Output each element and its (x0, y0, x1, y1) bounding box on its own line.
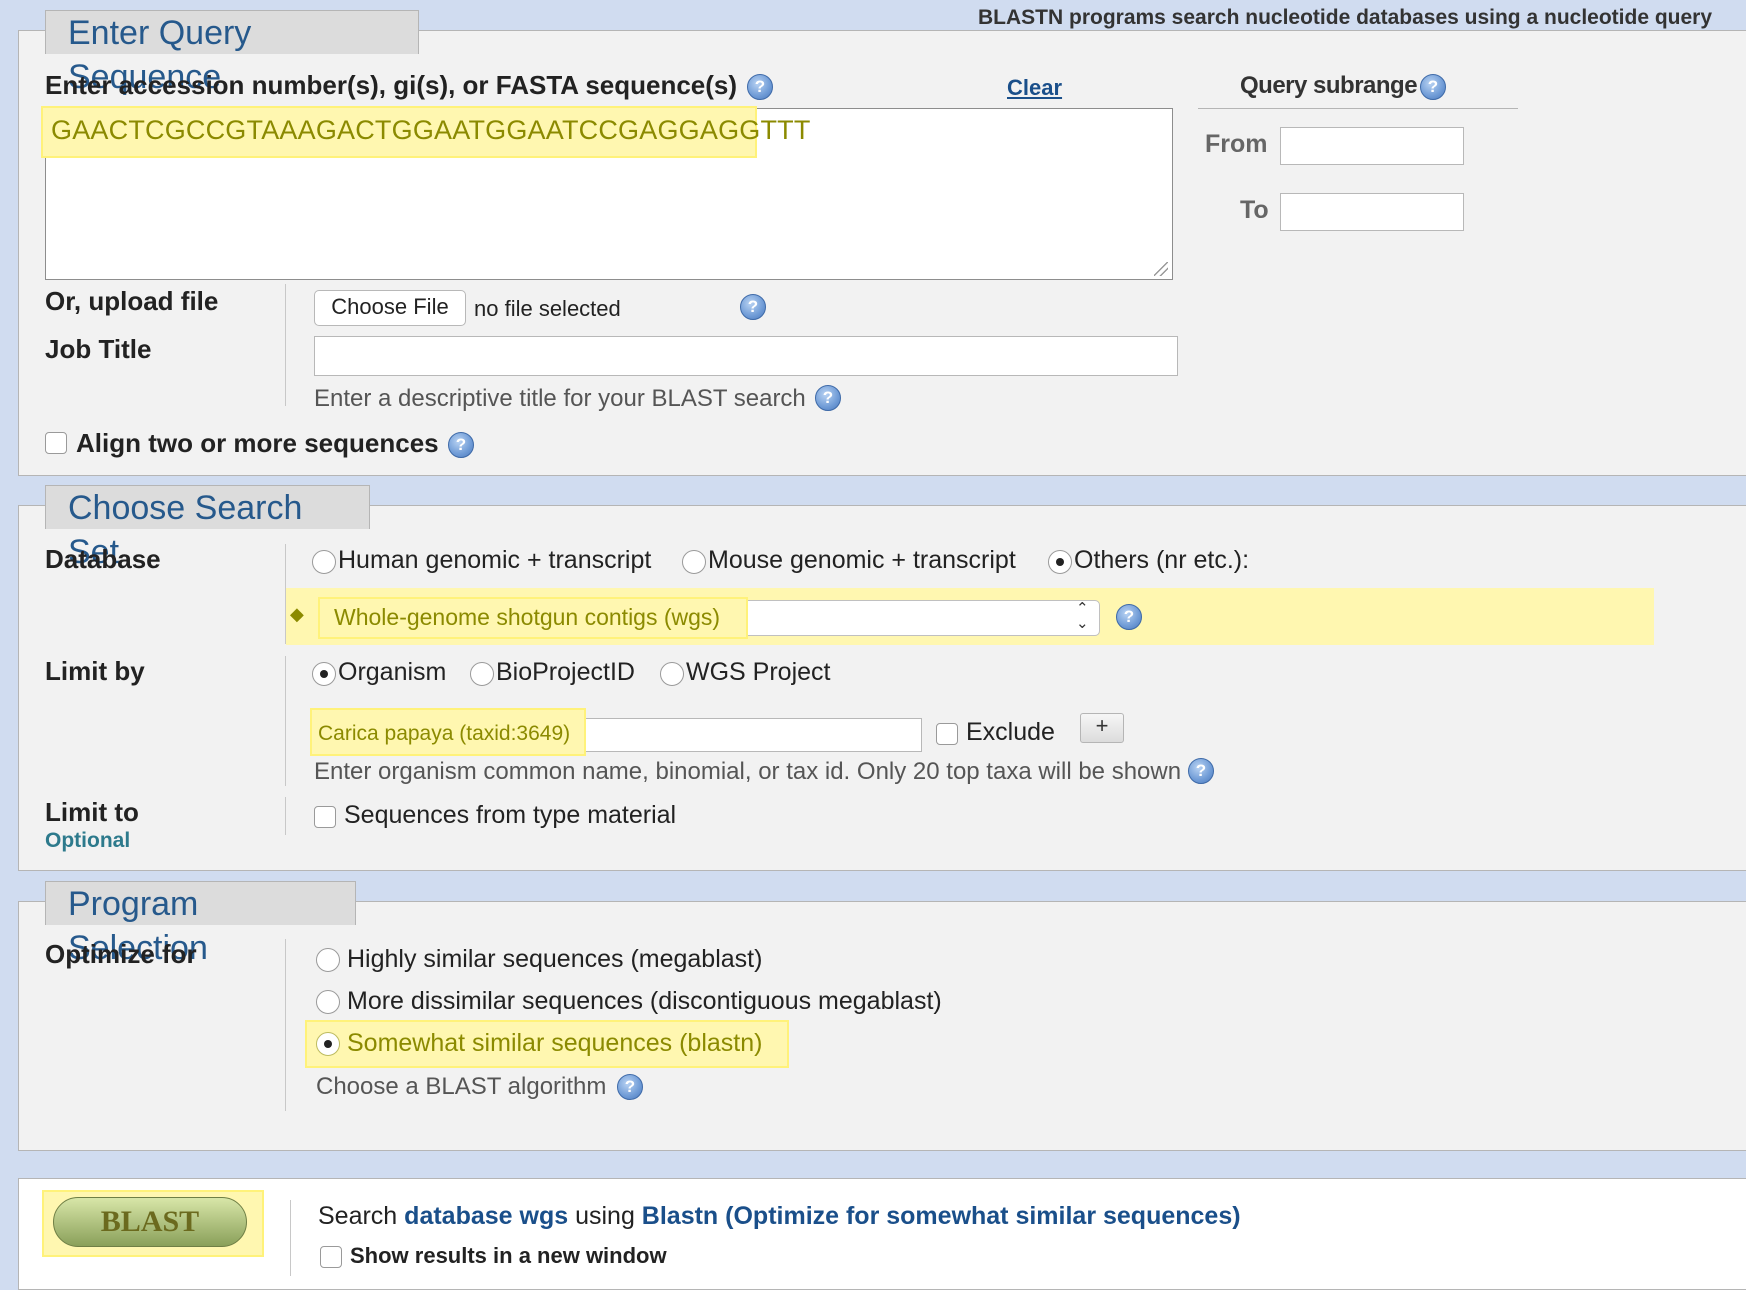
limit-by-divider (285, 656, 286, 786)
to-input[interactable] (1280, 193, 1464, 231)
choose-file-button[interactable]: Choose File (314, 290, 466, 326)
upload-help-icon[interactable]: ? (740, 294, 766, 320)
textarea-resize-handle[interactable] (1154, 262, 1168, 276)
query-subrange-title: Query subrange (1240, 72, 1418, 99)
no-file-text: no file selected (474, 296, 621, 321)
search-using: using (575, 1202, 635, 1230)
program-title: Program Selection (45, 881, 356, 967)
job-title-input[interactable] (314, 336, 1178, 376)
sequence-label: Enter accession number(s), gi(s), or FAS… (45, 70, 738, 100)
header-note: BLASTN programs search nucleotide databa… (978, 6, 1713, 29)
organism-value: Carica papaya (taxid:3649) (318, 722, 571, 745)
subrange-help-icon[interactable]: ? (1420, 74, 1446, 100)
search-db-link[interactable]: database wgs (404, 1202, 568, 1230)
program-panel (18, 901, 1746, 1151)
exclude-label: Exclude (966, 718, 1055, 746)
submit-panel (18, 1178, 1746, 1290)
type-material-checkbox[interactable] (314, 806, 336, 828)
limit-option-bioproject: BioProjectID (496, 658, 635, 686)
limit-radio-wgs[interactable] (660, 662, 684, 686)
search-prefix: Search (318, 1202, 398, 1230)
blast-button[interactable]: BLAST (53, 1197, 247, 1247)
add-organism-button[interactable]: + (1080, 713, 1124, 743)
search-set-title: Choose Search Set (45, 485, 370, 571)
database-label: Database (45, 544, 161, 574)
db-option-human: Human genomic + transcript (338, 546, 652, 574)
db-radio-human[interactable] (312, 550, 336, 574)
db-option-others: Others (nr etc.): (1074, 546, 1250, 574)
optimize-label: Optimize for (45, 939, 197, 969)
from-input[interactable] (1280, 127, 1464, 165)
limit-to-divider (285, 797, 286, 835)
db-row-marker-icon: ◆ (290, 604, 304, 624)
db-help-icon[interactable]: ? (1116, 604, 1142, 630)
new-window-checkbox[interactable] (320, 1246, 342, 1268)
from-label: From (1205, 130, 1268, 158)
upload-divider (285, 284, 286, 406)
sequence-help-icon[interactable]: ? (747, 74, 773, 100)
algorithm-hint: Choose a BLAST algorithm (316, 1073, 607, 1100)
to-label: To (1240, 196, 1269, 224)
job-title-label: Job Title (45, 334, 152, 364)
limit-radio-organism[interactable] (312, 662, 336, 686)
db-select-value: Whole-genome shotgun contigs (wgs) (334, 604, 721, 630)
new-window-label: Show results in a new window (350, 1243, 667, 1268)
select-arrows-icon: ⌃ ⌄ (1076, 600, 1089, 632)
clear-link[interactable]: Clear (1007, 75, 1062, 101)
program-option-blastn: Somewhat similar sequences (blastn) (347, 1029, 763, 1057)
db-radio-mouse[interactable] (682, 550, 706, 574)
db-option-mouse: Mouse genomic + transcript (708, 546, 1016, 574)
job-title-hint: Enter a descriptive title for your BLAST… (314, 385, 806, 412)
limit-radio-bioproject[interactable] (470, 662, 494, 686)
optimize-divider (285, 939, 286, 1111)
organism-help-icon[interactable]: ? (1188, 758, 1214, 784)
subrange-divider (1198, 108, 1518, 109)
upload-label: Or, upload file (45, 286, 219, 316)
submit-divider (290, 1200, 291, 1276)
align-label: Align two or more sequences (76, 428, 439, 458)
program-radio-megablast[interactable] (316, 948, 340, 972)
program-radio-blastn[interactable] (316, 1032, 340, 1056)
db-radio-others[interactable] (1048, 550, 1072, 574)
limit-option-wgs: WGS Project (686, 658, 831, 686)
align-checkbox[interactable] (45, 432, 67, 454)
program-option-dc-megablast: More dissimilar sequences (discontiguous… (347, 987, 942, 1015)
query-section-title: Enter Query Sequence (45, 10, 419, 96)
organism-hint: Enter organism common name, binomial, or… (314, 758, 1182, 785)
type-material-label: Sequences from type material (344, 801, 677, 829)
exclude-checkbox[interactable] (936, 723, 958, 745)
align-help-icon[interactable]: ? (448, 432, 474, 458)
algorithm-help-icon[interactable]: ? (617, 1074, 643, 1100)
search-summary: Search database wgs using Blastn (Optimi… (318, 1202, 1241, 1231)
job-title-help-icon[interactable]: ? (815, 385, 841, 411)
limit-by-label: Limit by (45, 656, 145, 686)
limit-option-organism: Organism (338, 658, 447, 686)
search-program-link[interactable]: Blastn (Optimize for somewhat similar se… (642, 1202, 1241, 1230)
limit-to-label: Limit to (45, 797, 139, 827)
optional-label: Optional (45, 829, 131, 852)
program-option-megablast: Highly similar sequences (megablast) (347, 945, 763, 973)
program-radio-dc-megablast[interactable] (316, 990, 340, 1014)
sequence-value: GAACTCGCCGTAAAGACTGGAATGGAATCCGAGGAGGTTT (51, 115, 811, 145)
